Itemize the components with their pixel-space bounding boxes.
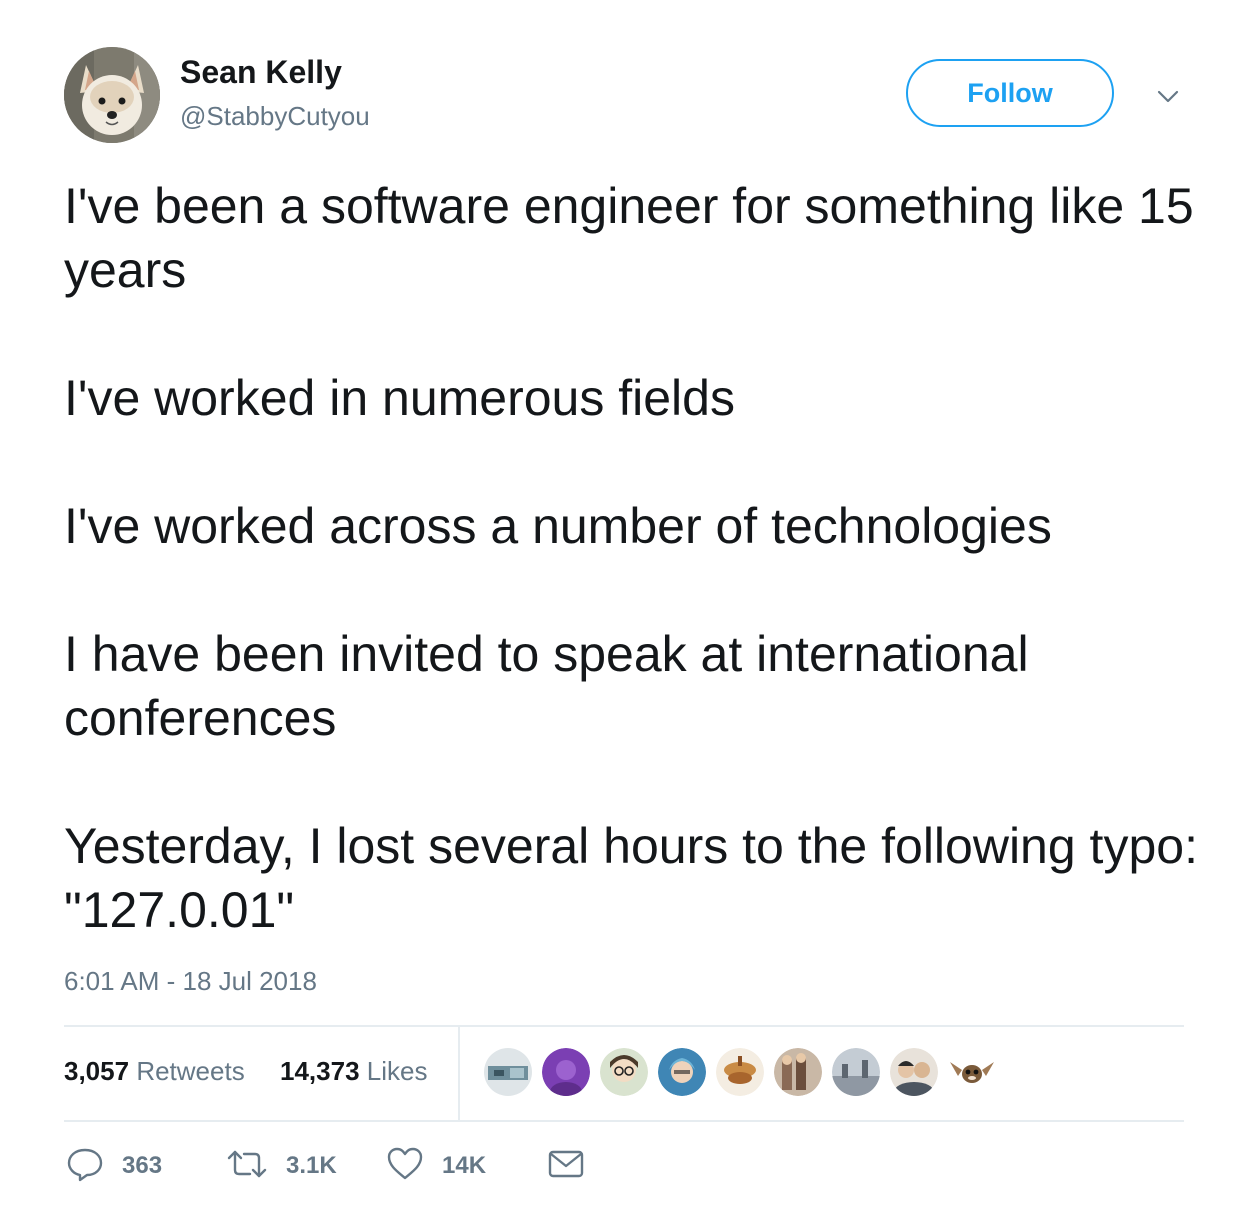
likes-count: 14,373	[280, 1056, 360, 1086]
author-handle[interactable]: @StabbyCutyou	[180, 101, 370, 132]
liker-avatar-3-icon[interactable]	[600, 1048, 648, 1096]
retweet-icon	[226, 1148, 268, 1185]
heart-icon	[386, 1146, 424, 1187]
like-count: 14K	[442, 1152, 487, 1179]
follow-button[interactable]: Follow	[906, 59, 1114, 127]
tweet-paragraph: I've worked in numerous fields	[64, 370, 735, 426]
retweet-button[interactable]: 3.1K	[226, 1146, 337, 1186]
divider	[64, 1025, 1184, 1027]
stats-divider	[458, 1027, 460, 1120]
author-display-name[interactable]: Sean Kelly	[180, 54, 342, 91]
tweet-card: Sean Kelly @StabbyCutyou Follow I've bee…	[0, 0, 1250, 1226]
direct-message-button[interactable]	[548, 1146, 584, 1186]
dog-avatar-icon	[64, 47, 160, 143]
likes-label: Likes	[366, 1056, 428, 1086]
like-button[interactable]: 14K	[386, 1146, 486, 1186]
tweet-timestamp[interactable]: 6:01 AM - 18 Jul 2018	[64, 966, 317, 997]
liker-avatar-5-icon[interactable]	[716, 1048, 764, 1096]
retweets-stat[interactable]: 3,057 Retweets	[64, 1056, 245, 1087]
reply-icon	[66, 1146, 104, 1187]
reply-button[interactable]: 363	[66, 1146, 162, 1186]
liker-avatar-6-icon[interactable]	[774, 1048, 822, 1096]
reply-count: 363	[122, 1152, 163, 1179]
tweet-text: I've been a software engineer for someth…	[64, 174, 1204, 942]
liker-avatar-2-icon[interactable]	[542, 1048, 590, 1096]
liker-avatar-1-icon[interactable]	[484, 1048, 532, 1096]
retweets-count: 3,057	[64, 1056, 130, 1086]
tweet-paragraph: I've been a software engineer for someth…	[64, 178, 1194, 298]
liker-avatar-7-icon[interactable]	[832, 1048, 880, 1096]
likes-stat[interactable]: 14,373 Likes	[280, 1056, 427, 1087]
liker-avatar-9-icon[interactable]	[948, 1048, 996, 1096]
chevron-down-icon[interactable]	[1154, 82, 1182, 110]
divider	[64, 1120, 1184, 1122]
retweets-label: Retweets	[136, 1056, 245, 1086]
retweet-count: 3.1K	[286, 1152, 337, 1179]
author-avatar[interactable]	[64, 47, 160, 143]
liker-avatar-8-icon[interactable]	[890, 1048, 938, 1096]
tweet-paragraph: I've worked across a number of technolog…	[64, 498, 1052, 554]
tweet-paragraph: I have been invited to speak at internat…	[64, 626, 1029, 746]
tweet-paragraph: Yesterday, I lost several hours to the f…	[64, 818, 1198, 938]
envelope-icon	[548, 1149, 584, 1184]
liker-avatar-4-icon[interactable]	[658, 1048, 706, 1096]
